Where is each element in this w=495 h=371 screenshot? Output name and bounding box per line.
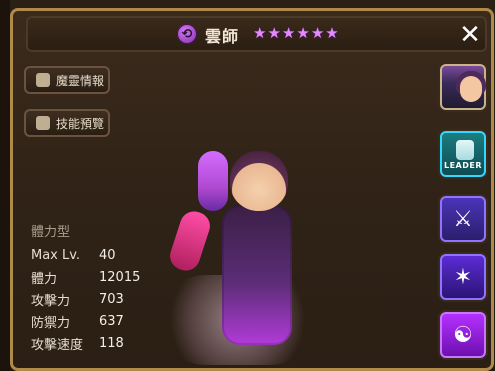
monster-info-label: 魔靈情報	[56, 73, 105, 88]
star-icon: ★	[281, 24, 296, 42]
bird-tail	[166, 207, 214, 275]
close-icon: ✕	[459, 20, 481, 50]
character-body	[222, 205, 292, 345]
skill-3-button[interactable]: ☯	[440, 312, 486, 358]
star-icon: ★	[296, 24, 310, 42]
close-button[interactable]: ✕	[456, 20, 484, 50]
character-head	[230, 151, 288, 211]
background-left-edge	[0, 0, 10, 371]
game-screen: ⟲ 雲師 ★ ★ ★ ★ ★ ★ ✕ 魔靈情報 技能預覽 體力型 Max Lv.…	[0, 0, 495, 371]
stat-value: 118	[99, 335, 124, 351]
star-icon: ★	[253, 24, 267, 42]
star-icon: ★	[325, 24, 339, 42]
stat-label: 體力	[31, 271, 58, 287]
stat-label: Max Lv.	[31, 247, 81, 263]
bird	[198, 151, 228, 211]
stat-label: 攻擊力	[31, 293, 71, 309]
monster-info-button[interactable]: 魔靈情報	[24, 66, 110, 94]
sword-icon: ⚔	[453, 206, 473, 232]
stat-value: 703	[99, 291, 124, 307]
stat-value: 12015	[99, 269, 141, 285]
constellation-icon: ✶	[453, 264, 473, 290]
leader-label: LEADER	[443, 161, 483, 170]
star-icon: ★	[267, 24, 281, 42]
star-icon: ★	[310, 24, 325, 42]
skill-preview-button[interactable]: 技能預覽	[24, 109, 110, 137]
leader-skill-button[interactable]: LEADER	[440, 131, 486, 177]
stat-value: 40	[99, 247, 116, 263]
stat-label: 攻擊速度	[31, 337, 84, 353]
monster-model	[160, 125, 315, 365]
leader-shield-icon	[456, 140, 474, 160]
skill-2-button[interactable]: ✶	[440, 254, 486, 300]
skill-preview-label: 技能預覽	[56, 116, 105, 131]
portrait-face	[460, 76, 482, 102]
wind-icon: ⟲	[177, 24, 197, 44]
monster-portrait-button[interactable]	[440, 64, 486, 110]
camera-icon	[36, 116, 50, 130]
stat-label: 防禦力	[31, 315, 71, 331]
yinyang-icon: ☯	[453, 322, 473, 348]
star-rating: ★ ★ ★ ★ ★ ★	[253, 24, 339, 42]
skill-1-button[interactable]: ⚔	[440, 196, 486, 242]
monster-info-icon	[36, 73, 50, 87]
monster-type: 體力型	[31, 225, 71, 240]
stat-value: 637	[99, 313, 124, 329]
monster-name: 雲師	[205, 27, 240, 46]
